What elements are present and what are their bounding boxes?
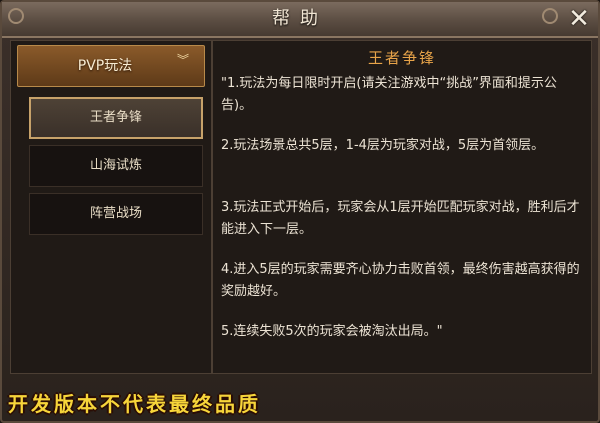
sidebar-item-zhenying[interactable]: 阵营战场 [29, 193, 203, 235]
rule-paragraph-5: 5.连续失败5次的玩家会被淘汰出局。" [221, 324, 443, 339]
content-panel: 王者争锋 "1.玩法为每日限时开启(请关注游戏中“挑战”界面和提示公告)。 2.… [212, 40, 592, 374]
dev-version-watermark: 开发版本不代表最终品质 [8, 392, 261, 416]
category-label: PVP玩法 [77, 58, 133, 74]
sidebar-item-shanhai[interactable]: 山海试炼 [29, 145, 203, 187]
rule-paragraph-3: 3.玩法正式开始后，玩家会从1层开始匹配玩家对战，胜利后才能进入下一层。 [221, 200, 580, 237]
rule-paragraph-2: 2.玩法场景总共5层，1-4层为玩家对战，5层为首领层。 [221, 138, 545, 153]
content-title: 王者争锋 [367, 49, 436, 67]
sidebar-item-wangzhe[interactable]: 王者争锋 [29, 97, 203, 139]
rule-paragraph-4: 4.进入5层的玩家需要齐心协力击败首领，最终伤害越高获得的奖励越好。 [221, 262, 580, 299]
category-pvp-button[interactable]: PVP玩法 ︾ [17, 45, 205, 87]
sidebar: PVP玩法 ︾ 王者争锋 山海试炼 阵营战场 [10, 40, 212, 374]
help-dialog: 帮助 ✕ PVP玩法 ︾ 王者争锋 山海试炼 阵营战场 王者争锋 "1.玩法为每… [0, 0, 600, 423]
rule-paragraph-1: "1.玩法为每日限时开启(请关注游戏中“挑战”界面和提示公告)。 [221, 76, 557, 113]
dialog-title: 帮助 [272, 8, 328, 29]
chevron-down-icon: ︾ [176, 53, 189, 67]
close-icon[interactable]: ✕ [566, 6, 592, 32]
title-bar: 帮助 ✕ [2, 2, 598, 38]
